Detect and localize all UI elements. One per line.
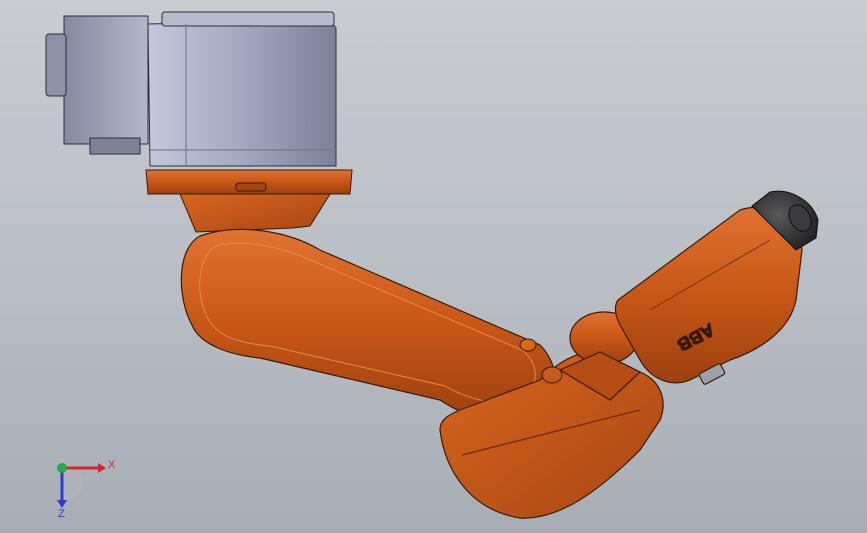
graphics-viewport[interactable]: ABB X Z <box>0 0 867 533</box>
mount-top-rim <box>161 11 335 27</box>
z-axis-label: Z <box>58 508 65 518</box>
coordinate-triad: X Z <box>57 459 116 518</box>
mount-motor-cap <box>45 33 67 97</box>
mount-motor-plate <box>89 137 141 155</box>
mount-base[interactable] <box>45 11 337 167</box>
robot-base-flange[interactable] <box>145 169 353 233</box>
robot-wrist-housing[interactable]: ABB <box>614 206 803 385</box>
mount-cylinder <box>147 19 337 167</box>
robot-lower-arm[interactable] <box>180 228 556 422</box>
y-axis-dot <box>57 463 67 473</box>
mount-motor-box <box>63 15 149 145</box>
triad-shadow <box>62 468 84 500</box>
x-axis-label: X <box>108 459 116 471</box>
robot-model-scene[interactable]: ABB <box>0 0 867 533</box>
